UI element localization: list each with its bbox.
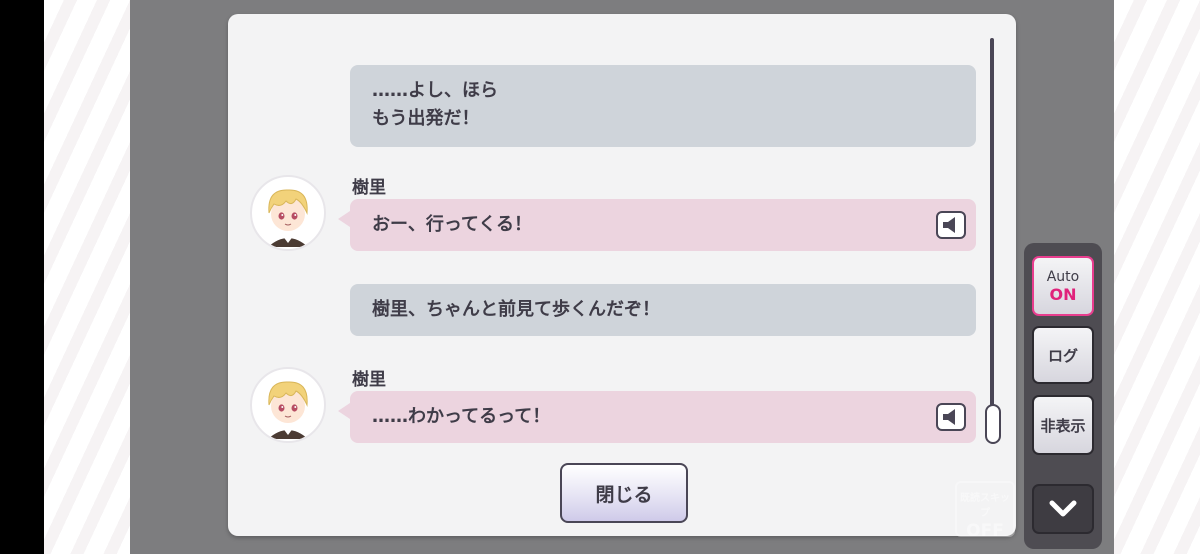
voice-replay-button[interactable] — [936, 403, 966, 431]
auto-state: ON — [1049, 285, 1077, 304]
juri-avatar — [250, 367, 326, 443]
hide-label: 非表示 — [1040, 416, 1086, 435]
skip-state: OFF — [966, 521, 1004, 541]
voice-replay-button[interactable] — [936, 211, 966, 239]
narration-line: ……よし、ほら — [372, 80, 498, 101]
collapse-button[interactable] — [1032, 484, 1094, 534]
auto-label: Auto — [1046, 269, 1080, 285]
narration-bubble: ……よし、ほら もう出発だ！ — [350, 65, 976, 147]
speech-text: ……わかってるって！ — [372, 406, 551, 427]
juri-avatar — [250, 175, 326, 251]
chevron-down-icon — [1049, 500, 1077, 517]
close-button[interactable]: 閉じる — [560, 463, 688, 523]
log-button[interactable]: ログ — [1032, 326, 1094, 384]
scrollbar-thumb[interactable] — [985, 404, 1001, 444]
left-letterbox — [0, 0, 44, 554]
speech-bubble: おー、行ってくる！ — [338, 199, 976, 251]
skip-label: 既読スキップ — [960, 493, 1010, 519]
right-background-stripes — [1114, 0, 1200, 554]
speech-bubble: ……わかってるって！ — [338, 391, 976, 443]
auto-button[interactable]: Auto ON — [1032, 256, 1094, 316]
speaker-icon — [943, 409, 955, 425]
scrollbar-track[interactable] — [990, 38, 994, 434]
narration-text: 樹里、ちゃんと前見て歩くんだぞ！ — [372, 299, 660, 320]
close-button-label: 閉じる — [595, 483, 653, 506]
skip-toggle[interactable]: 既読スキップ OFF — [955, 481, 1015, 541]
speaker-name: 樹里 — [352, 370, 386, 390]
left-background-stripes — [44, 0, 130, 554]
dialogue-log-panel: ……よし、ほら もう出発だ！ 樹里 おー、行ってくる！ 樹里、ちゃんと前見て歩く… — [228, 14, 1016, 536]
speaker-icon — [943, 217, 955, 233]
narration-line: もう出発だ！ — [372, 108, 480, 129]
log-label: ログ — [1047, 346, 1078, 365]
hide-button[interactable]: 非表示 — [1032, 395, 1094, 455]
narration-bubble: 樹里、ちゃんと前見て歩くんだぞ！ — [350, 284, 976, 336]
side-control-panel: Auto ON ログ 非表示 — [1024, 243, 1102, 549]
speaker-name: 樹里 — [352, 178, 386, 198]
speech-text: おー、行ってくる！ — [372, 214, 533, 235]
